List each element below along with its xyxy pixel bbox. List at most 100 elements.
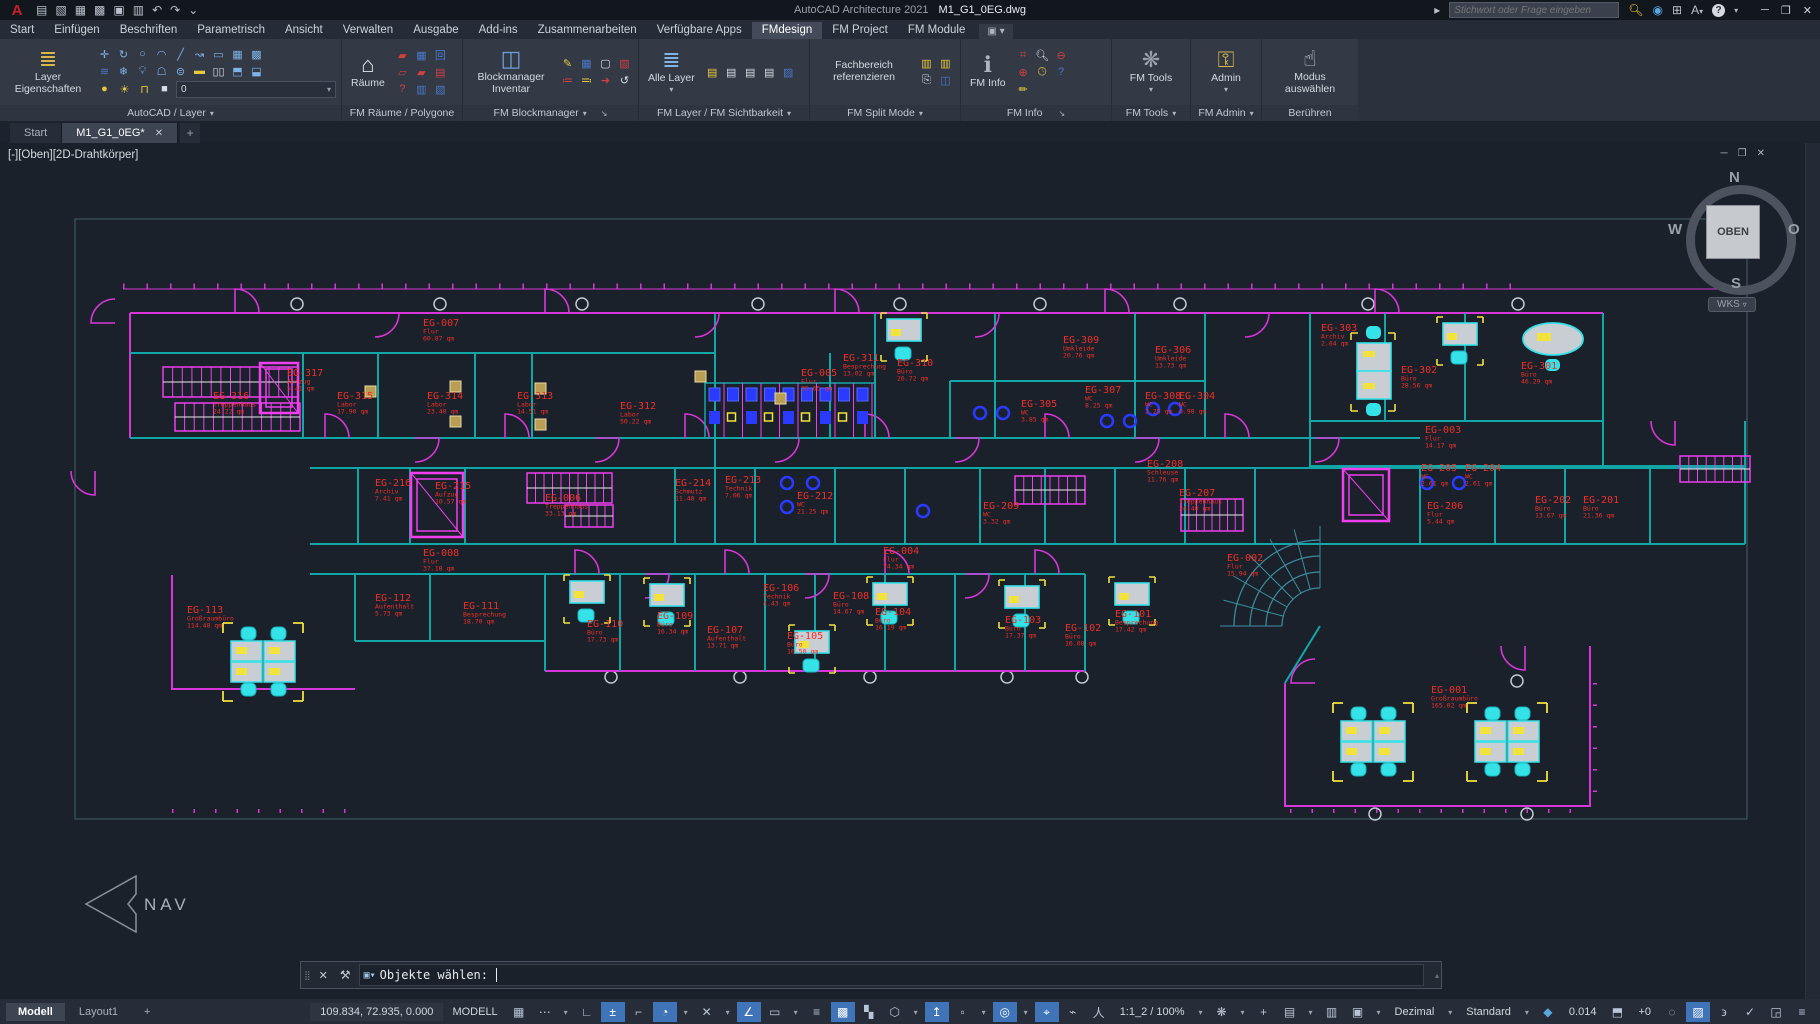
panel-label-fm-blockmanager[interactable]: FM Blockmanager▾↘ [463,105,638,121]
box-3d-icon[interactable]: ⬒ [229,64,246,79]
gear-caret[interactable]: ▾ [1236,1002,1250,1022]
osnap-angle-icon[interactable]: ∠ [737,1002,761,1022]
open-file-icon[interactable]: ▧ [55,3,66,17]
ribbon-tab-start[interactable]: Start [0,22,44,39]
panel-label-beruehren[interactable]: Berühren [1262,105,1358,121]
line-icon[interactable]: ╱ [172,47,189,62]
zoom-in-icon[interactable]: ⊕ [1015,65,1032,80]
viewcube-top-face[interactable]: OBEN [1706,205,1760,259]
standard-button[interactable]: Standard [1459,1003,1518,1021]
isodraft-caret[interactable]: ▾ [721,1002,735,1022]
layer-freeze-icon[interactable]: ❄︎ [115,64,132,79]
cube-caret[interactable]: ▾ [909,1002,923,1022]
close-tab-icon[interactable]: ✕ [155,128,163,139]
polyline-icon[interactable]: ↝ [191,47,208,62]
selection-icon[interactable]: ▚ [857,1002,881,1022]
history-icon[interactable]: 🕒︎ [1034,65,1051,80]
viewport-minimize-icon[interactable]: ─ [1721,148,1728,159]
room-edit-icon[interactable]: ▰ [394,48,411,63]
grid-icon[interactable]: ▦ [507,1002,531,1022]
panel-label-fm-info[interactable]: FM Info↘ [961,105,1111,121]
gizmo-caret[interactable]: ▾ [1019,1002,1033,1022]
model-space-button[interactable]: MODELL [445,1003,504,1021]
command-line[interactable]: ⣿ ✕ ⚒︎ ▣▾ Objekte wählen: ▴ [300,961,1442,989]
magnifier-icon[interactable]: 🔍︎ [1034,48,1051,63]
sun-icon[interactable]: ☀︎ [116,82,133,97]
hatch-toggle-icon[interactable]: ▨ [1686,1002,1710,1022]
block-stamp-icon[interactable]: ▧ [616,56,633,71]
units-caret[interactable]: ▾ [1304,1002,1318,1022]
ribbon-tab-fmdesign[interactable]: FMdesign [752,22,823,39]
room-pick-icon[interactable]: ▧ [432,82,449,97]
region-icon[interactable]: ▩ [248,47,265,62]
modus-auswaehlen-button[interactable]: ☝︎ Modus auswählen [1267,47,1353,96]
command-scroll-up-icon[interactable]: ▴ [1432,971,1441,980]
query-icon[interactable]: ? [1053,65,1070,80]
lock-icon[interactable]: ▣ [1346,1002,1370,1022]
annotation-scale-button[interactable]: 1:1_2 / 100% [1113,1003,1192,1021]
save-as-icon[interactable]: ▩ [94,3,105,17]
ruler-icon[interactable]: ▤ [1278,1002,1302,1022]
app-store-icon[interactable]: ⊞ [1672,3,1682,17]
autocad-logo-icon[interactable]: A [6,1,28,19]
units-button[interactable]: Dezimal [1388,1003,1442,1021]
polygon-add-icon[interactable]: ▱ [394,65,411,80]
autosave-icon[interactable]: ✓ [1738,1002,1762,1022]
viewcube-west[interactable]: W [1668,221,1682,238]
ribbon-tab-einfügen[interactable]: Einfügen [44,22,109,39]
list-icon[interactable]: ▥ [1320,1002,1344,1022]
command-history-icon[interactable]: ▣▾ [364,970,376,981]
dynamic-input-icon[interactable]: ∟ [575,1002,599,1022]
split-sheet-icon[interactable]: ⎘ [918,73,935,88]
layer-lock-icon[interactable]: ⊜ [172,64,189,79]
dyn-ucs-caret[interactable]: ▾ [977,1002,991,1022]
fachbereich-button[interactable]: Fachbereich referenzieren [815,59,913,84]
window-restore-button[interactable]: ❐ [1781,4,1791,17]
arc-icon[interactable]: ◠ [153,47,170,62]
ribbon-tab-ansicht[interactable]: Ansicht [275,22,333,39]
ribbon-tab-ausgabe[interactable]: Ausgabe [403,22,468,39]
standard-caret[interactable]: ▾ [1520,1002,1534,1022]
layout1-tab[interactable]: Layout1 [67,1003,130,1021]
room-question-icon[interactable]: ? [394,82,411,97]
split-ref-icon[interactable]: ▥ [918,56,935,71]
viewport-restore-icon[interactable]: ❐ [1738,148,1747,159]
layer-off-icon[interactable]: 💡︎ [134,64,151,79]
viewcube-east[interactable]: O [1788,221,1800,238]
polar-tracking-icon[interactable]: ◔ [653,1002,677,1022]
viewcube-south[interactable]: S [1731,275,1741,292]
room-frame-icon[interactable]: 回 [432,48,449,63]
ribbon-tab-fm-module[interactable]: FM Module [898,22,976,39]
panel-label-fm-tools[interactable]: FM Tools▾ [1112,105,1190,121]
panel-label-autocad-layer[interactable]: AutoCAD / Layer▾ [0,105,341,121]
file-tab-document[interactable]: M1_G1_0EG* ✕ [62,123,178,143]
panel-label-fm-layer[interactable]: FM Layer / FM Sichtbarkeit▾ [639,105,809,121]
annotation-icon[interactable]: 人 [1087,1002,1111,1022]
panel-label-fm-admin[interactable]: FM Admin▾ [1191,105,1261,121]
search-icon[interactable]: 🔍︎ [1628,3,1643,17]
block-search-icon[interactable]: ≕ [578,73,595,88]
object-frame-icon[interactable]: ▭ [763,1002,787,1022]
split-ref2-icon[interactable]: ▥ [937,56,954,71]
block-edit-icon[interactable]: ✎ [559,56,576,71]
ribbon-tab-add-ins[interactable]: Add-ins [469,22,528,39]
autodesk-icon[interactable]: A▾ [1691,3,1703,17]
viewport-close-icon[interactable]: ✕ [1757,148,1765,159]
lock-caret[interactable]: ▾ [1372,1002,1386,1022]
plot-icon[interactable]: ▥ [133,3,144,17]
gizmo-icon[interactable]: ◎ [993,1002,1017,1022]
block-refresh-icon[interactable]: ↺ [616,73,633,88]
layer-color-swatch[interactable]: ■ [156,82,173,97]
room-copy-icon[interactable]: ▥ [413,82,430,97]
fm-tools-button[interactable]: ❋ FM Tools▾ [1126,48,1176,96]
new-tab-button[interactable]: + [180,123,200,143]
clean-screen-icon[interactable]: ◲ [1764,1002,1788,1022]
move-icon[interactable]: ✛ [96,47,113,62]
crosshair-icon[interactable]: + [1252,1002,1276,1022]
export-icon[interactable]: ▣ [113,3,124,17]
zoom-out-icon[interactable]: ⊖ [1053,48,1070,63]
link-nodes-icon[interactable]: ⌗ [1015,48,1032,63]
account-icon[interactable]: ◉ [1653,3,1663,17]
layer-doc-edit-icon[interactable]: ▨ [780,65,797,80]
rectangle-icon[interactable]: ▭ [210,47,227,62]
